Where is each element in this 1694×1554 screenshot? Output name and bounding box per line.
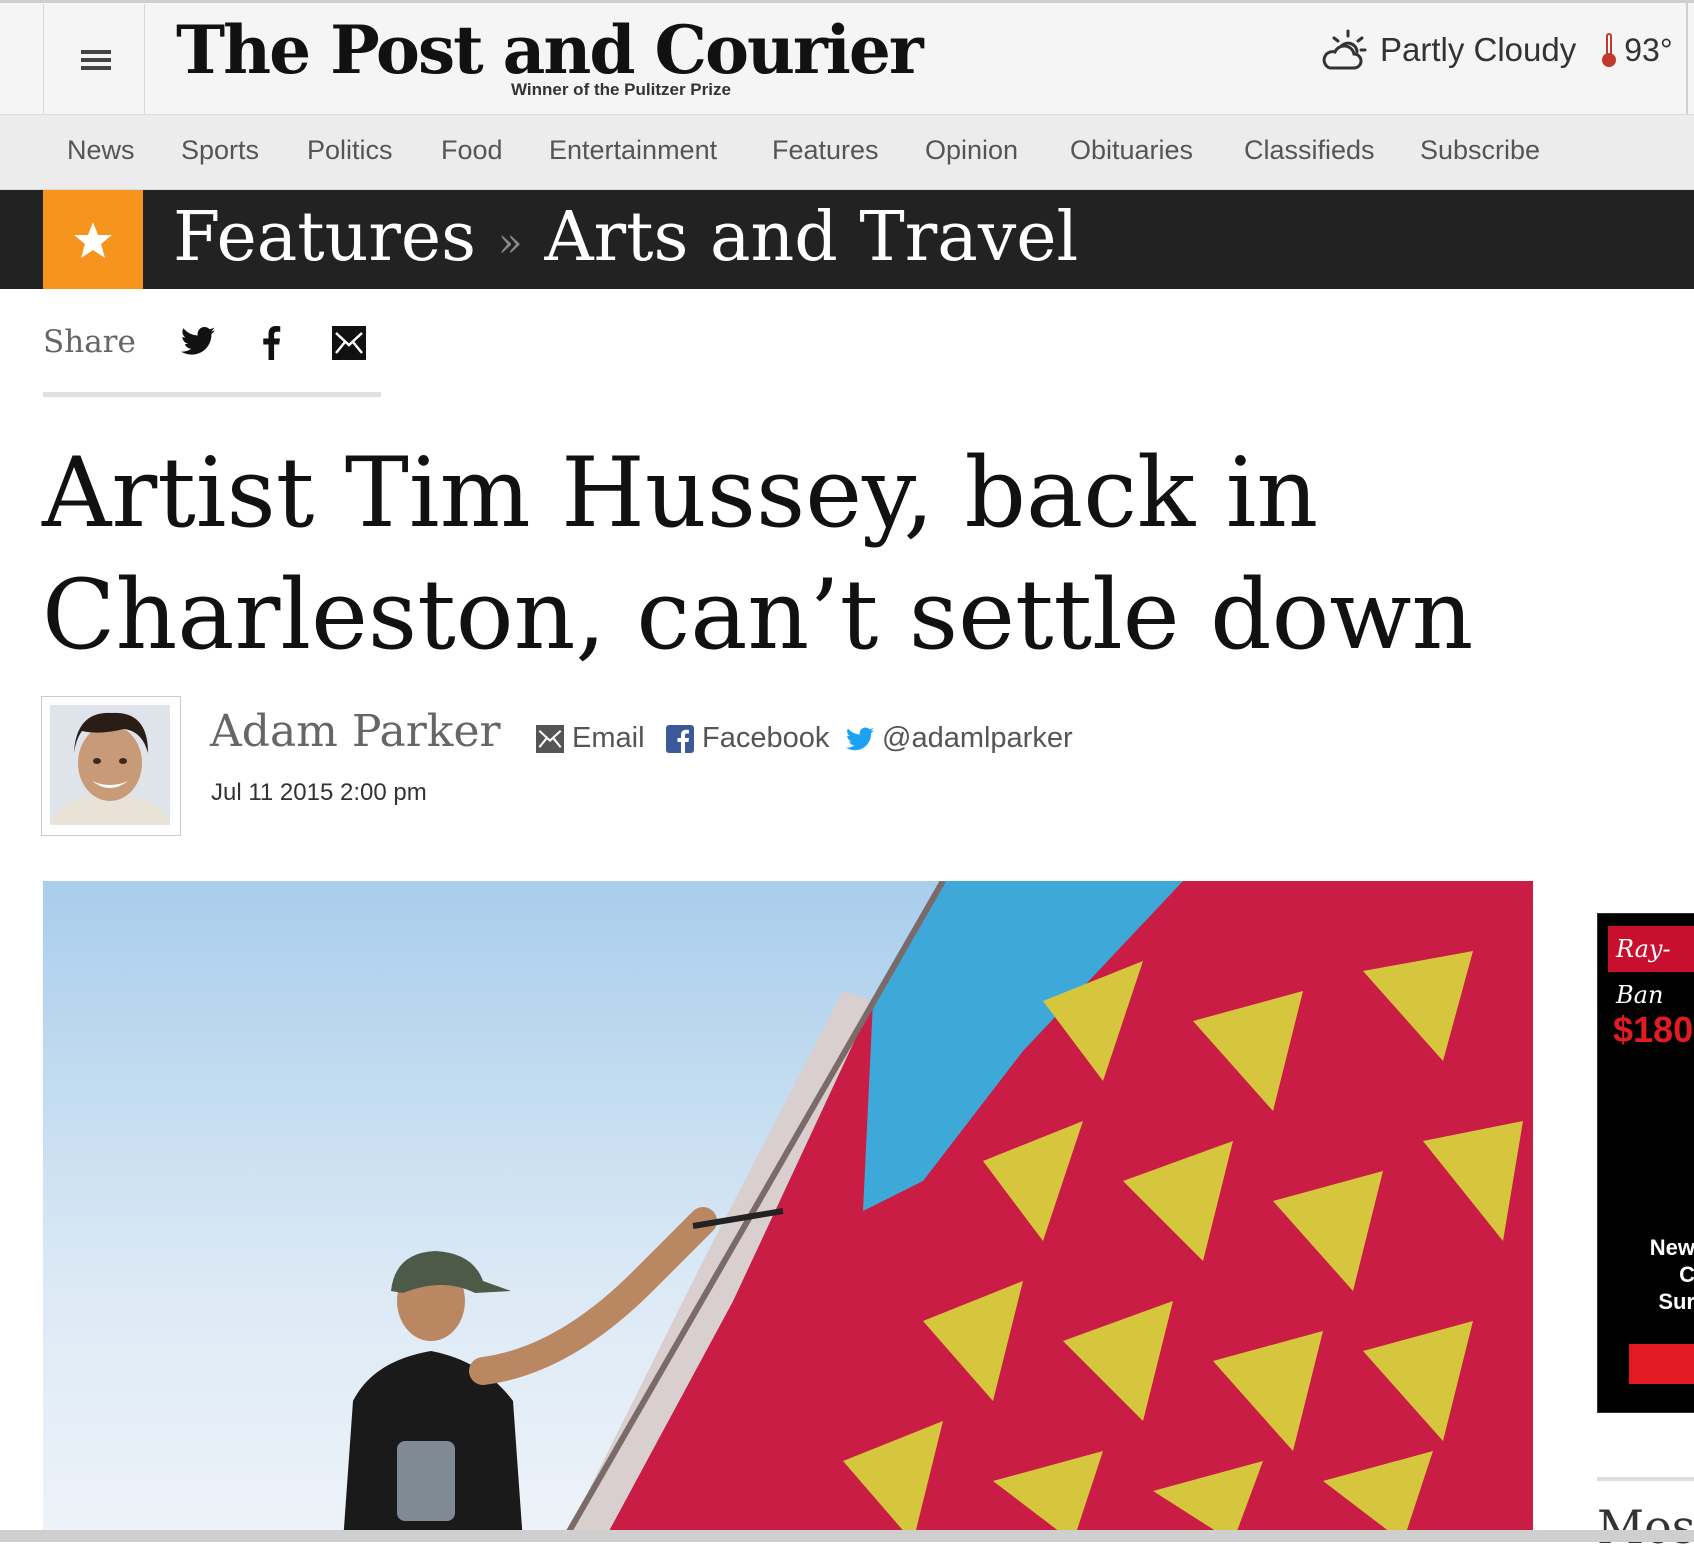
most-popular-heading: Mos xyxy=(1597,1500,1694,1554)
breadcrumb: Features » Arts and Travel xyxy=(173,194,1078,287)
weather-condition: Partly Cloudy xyxy=(1380,31,1577,68)
ad-price: $180 xyxy=(1613,1009,1694,1050)
ad-brand-logo: Ray-Ban xyxy=(1608,926,1694,1009)
breadcrumb-arts-and-travel[interactable]: Arts and Travel xyxy=(545,198,1079,277)
sidebar-divider xyxy=(1597,1477,1694,1481)
breadcrumb-separator: » xyxy=(498,219,523,266)
share-bar: Share xyxy=(43,320,381,397)
author-avatar[interactable] xyxy=(41,696,181,836)
site-logo[interactable]: The Post and Courier xyxy=(176,12,924,88)
nav-item-politics[interactable]: Politics xyxy=(307,135,393,166)
author-facebook-label: Facebook xyxy=(702,722,830,754)
sidebar-ad[interactable]: Ray-Ban $180 New C Sur xyxy=(1597,913,1694,1413)
article-date: Jul 11 2015 2:00 pm xyxy=(211,779,427,806)
share-label: Share xyxy=(43,324,136,360)
nav-item-classifieds[interactable]: Classifieds xyxy=(1244,135,1375,166)
ad-copy-line: C xyxy=(1679,1262,1694,1287)
ad-copy-line: Sur xyxy=(1658,1289,1694,1314)
window-edge xyxy=(1686,0,1688,114)
author-twitter-link[interactable]: @adamlparker xyxy=(846,722,1073,755)
ad-copy: New C Sur xyxy=(1650,1234,1694,1315)
ad-copy-line: New xyxy=(1649,1235,1694,1260)
nav-item-obituaries[interactable]: Obituaries xyxy=(1070,135,1193,166)
author-twitter-handle: @adamlparker xyxy=(882,722,1073,754)
article-hero-image[interactable] xyxy=(43,881,1533,1542)
breadcrumb-features[interactable]: Features xyxy=(173,198,476,277)
email-icon[interactable] xyxy=(332,326,366,360)
ad-cta-button[interactable] xyxy=(1629,1344,1694,1384)
site-header: The Post and Courier Winner of the Pulit… xyxy=(0,0,1694,115)
nav-item-entertainment[interactable]: Entertainment xyxy=(549,135,717,166)
section-bar: Features » Arts and Travel xyxy=(0,190,1694,289)
author-email-label: Email xyxy=(572,722,645,754)
nav-item-opinion[interactable]: Opinion xyxy=(925,135,1018,166)
site-tagline: Winner of the Pulitzer Prize xyxy=(511,80,731,99)
thermometer-icon xyxy=(1602,33,1617,67)
mural-painting-photo xyxy=(43,881,1533,1542)
partly-cloudy-icon xyxy=(1322,29,1367,70)
author-name[interactable]: Adam Parker xyxy=(210,706,501,757)
main-nav: News Sports Politics Food Entertainment … xyxy=(0,115,1694,190)
twitter-icon[interactable] xyxy=(181,326,215,356)
top-border xyxy=(0,0,1694,3)
nav-item-news[interactable]: News xyxy=(67,135,135,166)
article-headline: Artist Tim Hussey, back in Charleston, c… xyxy=(42,437,1474,671)
twitter-icon xyxy=(846,726,874,750)
author-facebook-link[interactable]: Facebook xyxy=(666,722,829,755)
author-email-link[interactable]: Email xyxy=(536,722,645,755)
nav-item-subscribe[interactable]: Subscribe xyxy=(1420,135,1540,166)
hamburger-icon xyxy=(81,50,111,74)
email-icon xyxy=(536,724,564,753)
nav-item-features[interactable]: Features xyxy=(772,135,879,166)
nav-item-food[interactable]: Food xyxy=(441,135,503,166)
star-icon xyxy=(74,222,112,258)
facebook-icon xyxy=(666,724,694,753)
window-bottom-edge xyxy=(0,1530,1694,1542)
weather-temperature: 93° xyxy=(1624,31,1673,68)
facebook-icon[interactable] xyxy=(261,326,281,360)
author-photo xyxy=(50,705,170,825)
weather-widget[interactable]: Partly Cloudy 93° xyxy=(1318,28,1673,72)
section-badge xyxy=(43,190,143,289)
menu-button[interactable] xyxy=(43,4,145,114)
nav-item-sports[interactable]: Sports xyxy=(181,135,259,166)
